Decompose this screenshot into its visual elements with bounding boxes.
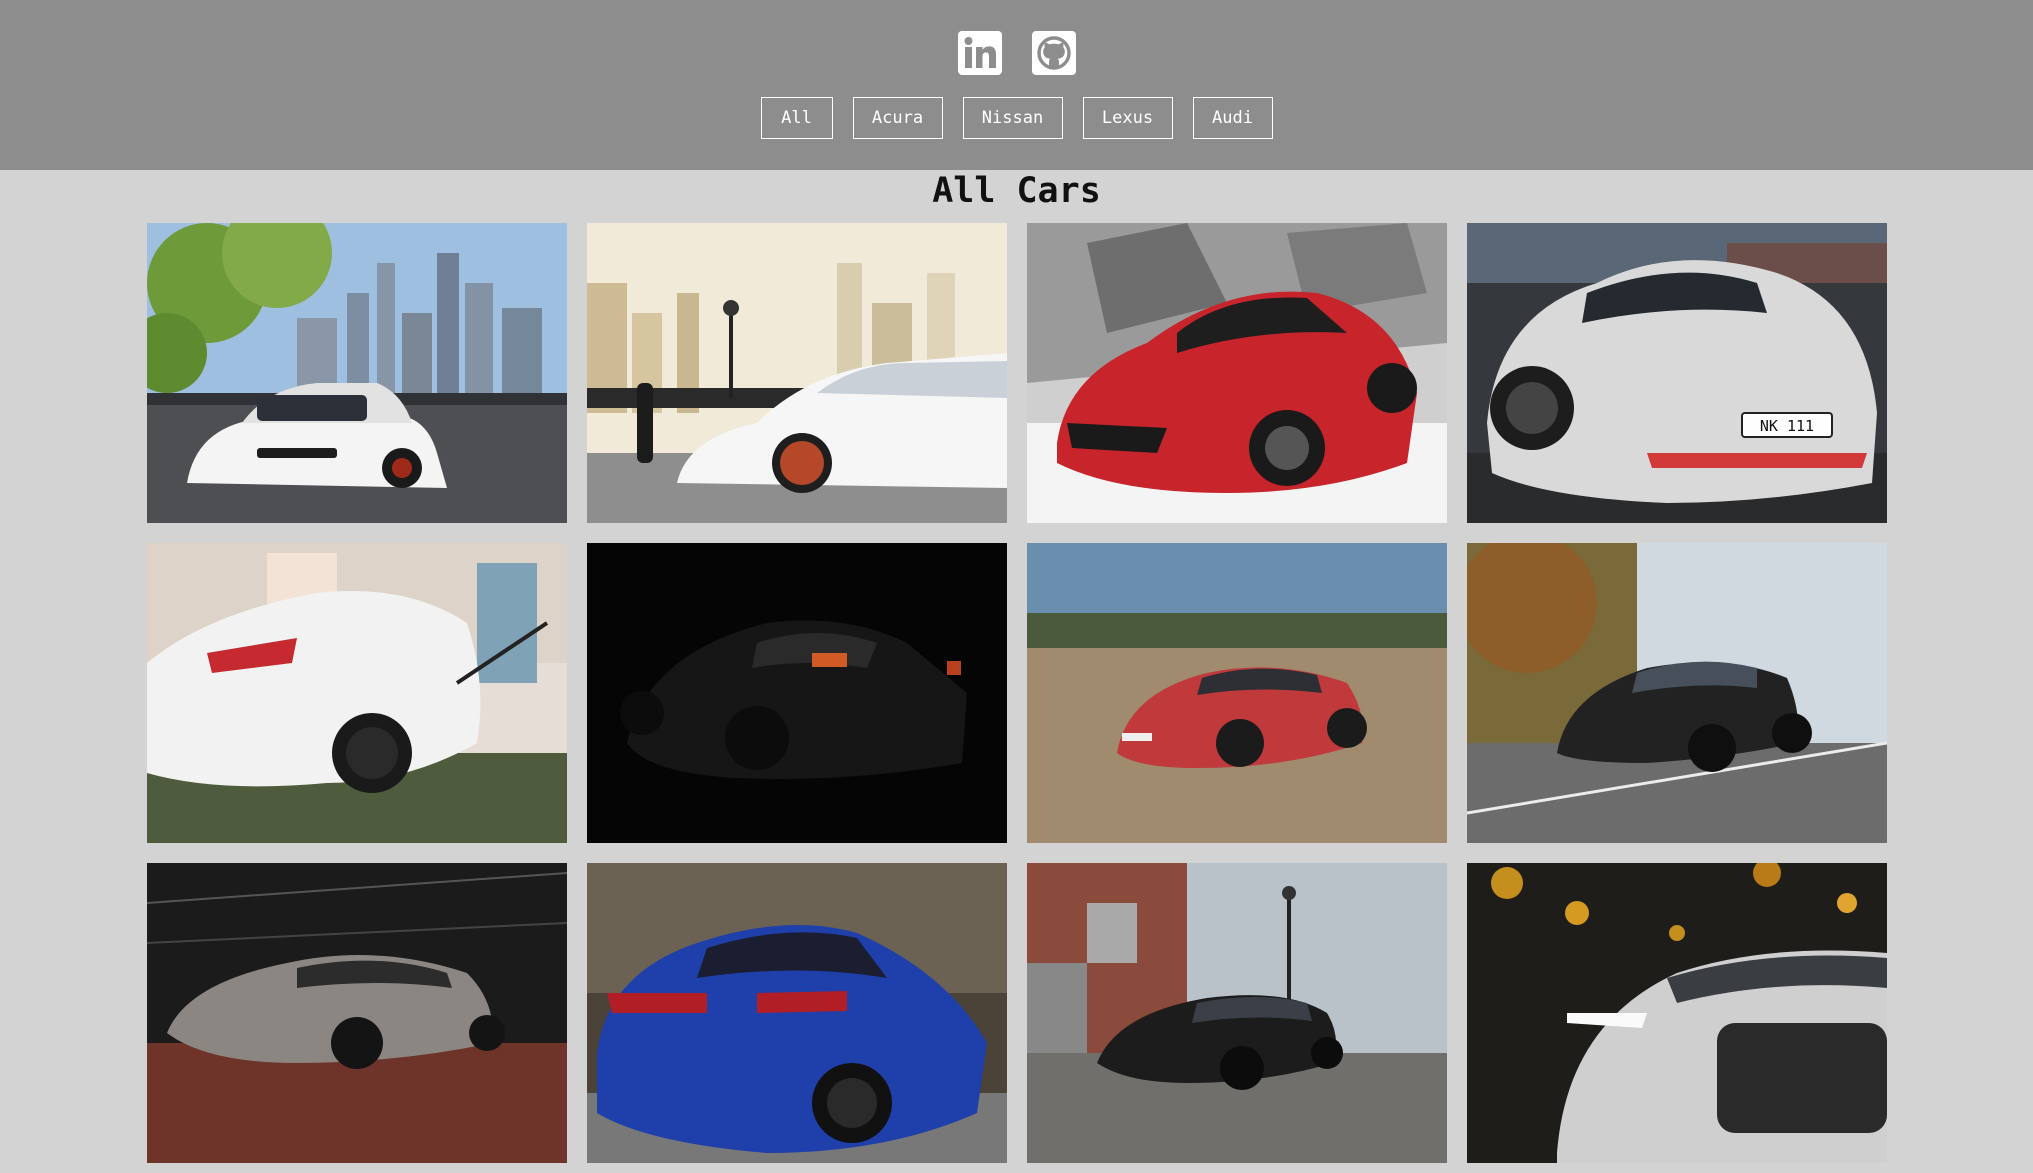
car-card-nissan-370z-silver[interactable]: NK 111 <box>1467 223 1887 523</box>
filter-lexus-button[interactable]: Lexus <box>1082 97 1173 139</box>
social-links <box>0 31 2033 75</box>
car-photo <box>587 223 1007 523</box>
github-icon <box>1031 31 1076 75</box>
car-card-acura-showroom[interactable] <box>1027 223 1447 523</box>
car-photo <box>147 863 567 1163</box>
linkedin-icon <box>957 31 1002 75</box>
filter-acura-button[interactable]: Acura <box>852 97 943 139</box>
car-photo <box>147 223 567 523</box>
car-card-lexus-lc-red[interactable] <box>1027 543 1447 843</box>
car-photo: NK 111 <box>1467 223 1887 523</box>
car-photo <box>1027 543 1447 843</box>
car-card-lexus-is-gray[interactable] <box>147 863 567 1163</box>
car-photo <box>1467 543 1887 843</box>
header: All Acura Nissan Lexus Audi <box>0 0 2033 170</box>
car-photo <box>587 543 1007 843</box>
car-photo <box>1467 863 1887 1163</box>
svg-text:NK 111: NK 111 <box>1760 417 1814 435</box>
car-photo <box>1027 223 1447 523</box>
page-title: All Cars <box>932 171 1101 211</box>
car-photo <box>147 543 567 843</box>
filter-audi-button[interactable]: Audi <box>1192 97 1273 139</box>
car-gallery: NK 111 <box>147 223 1887 1163</box>
car-card-audi-street[interactable] <box>1027 863 1447 1163</box>
car-card-lexus-rc-black[interactable] <box>1467 543 1887 843</box>
github-link[interactable] <box>1031 31 1076 75</box>
filter-all-button[interactable]: All <box>760 97 833 139</box>
car-card-audi-a5-blue[interactable] <box>587 863 1007 1163</box>
linkedin-link[interactable] <box>957 31 1002 75</box>
car-card-nissan-370z-white[interactable] <box>147 543 567 843</box>
filter-nissan-button[interactable]: Nissan <box>962 97 1063 139</box>
car-card-nissan-night[interactable] <box>587 543 1007 843</box>
car-photo <box>1027 863 1447 1163</box>
car-card-acura-waterfront[interactable] <box>587 223 1007 523</box>
car-card-acura-city[interactable] <box>147 223 567 523</box>
brand-filter-bar: All Acura Nissan Lexus Audi <box>0 97 2033 139</box>
car-photo <box>587 863 1007 1163</box>
car-card-audi-night-lights[interactable] <box>1467 863 1887 1163</box>
